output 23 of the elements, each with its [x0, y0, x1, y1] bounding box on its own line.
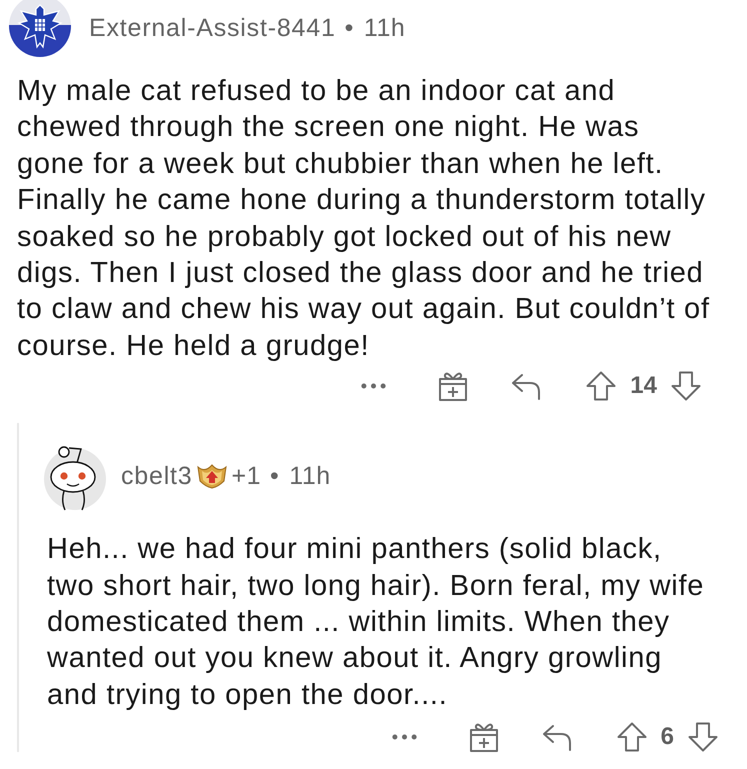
award-count: +1 — [232, 462, 262, 491]
reply-icon[interactable] — [540, 723, 573, 752]
gift-icon[interactable] — [438, 371, 468, 402]
user-avatar[interactable] — [9, 0, 71, 57]
author-name[interactable]: cbelt3 — [121, 462, 193, 491]
comment-time: 11h — [364, 14, 406, 43]
reply-icon[interactable] — [510, 372, 542, 400]
comment-time: 11h — [289, 462, 331, 491]
downvote-icon[interactable] — [671, 371, 701, 402]
author-name[interactable]: External-Assist-8441 — [89, 14, 336, 43]
gift-icon[interactable] — [468, 722, 499, 752]
comment-text: My male cat refused to be an indoor cat and chewed through the screen one night. He was gone for a week but chubbier than when he left. Finally he came hone during a thunderstorm totally soaked so he probably got locked out of his new digs. Then I just closed the glass door and he tried to claw and chew his way out again. But couldn’t of course. He held a grudge! — [17, 74, 711, 364]
vote-score: 6 — [660, 723, 674, 752]
more-icon[interactable] — [392, 734, 417, 740]
separator-dot: • — [270, 462, 280, 491]
more-icon[interactable] — [361, 383, 386, 390]
comment-text: Heh... we had four mini panthers (solid black, two short hair, two long hair). Born feral, my wife domesticated them ... within limits. When they wanted out you knew about it. Angry growling and trying to open the door.... — [47, 532, 706, 713]
separator-dot: • — [344, 14, 354, 43]
crest-icon — [196, 463, 227, 490]
upvote-icon[interactable] — [586, 371, 616, 402]
downvote-icon[interactable] — [688, 722, 718, 752]
vote-score: 14 — [630, 372, 657, 400]
upvote-icon[interactable] — [616, 722, 647, 752]
